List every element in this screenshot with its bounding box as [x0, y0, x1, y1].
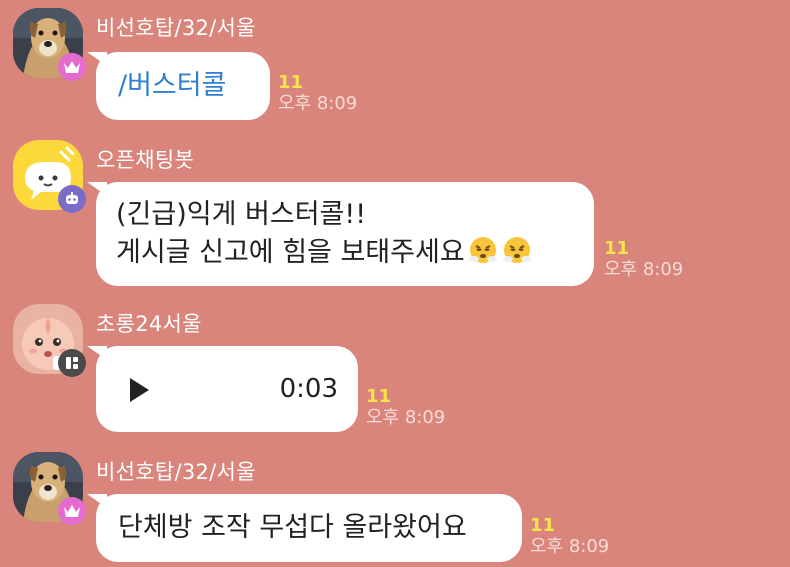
sender-name: 비선호탑/32/서울 [96, 16, 256, 40]
crown-icon [58, 53, 86, 81]
angry-steam-face-emoji [501, 234, 533, 266]
read-count: 11 [278, 72, 304, 93]
read-count: 11 [366, 386, 392, 407]
message-line-with-emoji: 게시글 신고에 힘을 보태주세요 [116, 234, 574, 272]
manager-icon [58, 349, 86, 377]
message-bubble[interactable]: (긴급)익게 버스터콜!! 게시글 신고에 힘을 보태주세요 [87, 182, 594, 286]
message-meta: 11 오후 8:09 [530, 516, 609, 558]
read-count: 11 [604, 238, 630, 259]
angry-steam-face-emoji [467, 234, 499, 266]
play-icon[interactable] [128, 376, 150, 414]
avatar[interactable] [13, 304, 86, 377]
voice-duration: 0:03 [279, 374, 338, 404]
message-bubble[interactable]: 단체방 조작 무섭다 올라왔어요 [87, 494, 522, 562]
sender-name: 비선호탑/32/서울 [96, 460, 256, 484]
timestamp: 오후 8:09 [366, 407, 446, 428]
message-meta: 11 오후 8:09 [604, 239, 683, 281]
message-meta: 11 오후 8:09 [278, 73, 357, 115]
crown-icon [58, 497, 86, 525]
read-count: 11 [530, 515, 556, 536]
sender-name: 오픈채팅봇 [96, 148, 195, 172]
voice-message-bubble[interactable]: 0:03 [87, 346, 358, 432]
message-line: (긴급)익게 버스터콜!! [116, 199, 367, 230]
message-line: 게시글 신고에 힘을 보태주세요 [116, 237, 465, 268]
sender-name: 초롱24서울 [96, 312, 202, 336]
avatar[interactable] [13, 8, 86, 81]
message-meta: 11 오후 8:09 [366, 387, 445, 429]
avatar[interactable] [13, 452, 86, 525]
message-text: 단체방 조작 무섭다 올라왔어요 [118, 512, 467, 543]
message-bubble[interactable]: /버스터콜 [87, 52, 270, 120]
timestamp: 오후 8:09 [278, 93, 358, 114]
avatar[interactable] [13, 140, 86, 213]
timestamp: 오후 8:09 [530, 536, 610, 557]
timestamp: 오후 8:09 [604, 259, 684, 280]
robot-icon [58, 185, 86, 213]
command-link[interactable]: /버스터콜 [118, 70, 226, 101]
